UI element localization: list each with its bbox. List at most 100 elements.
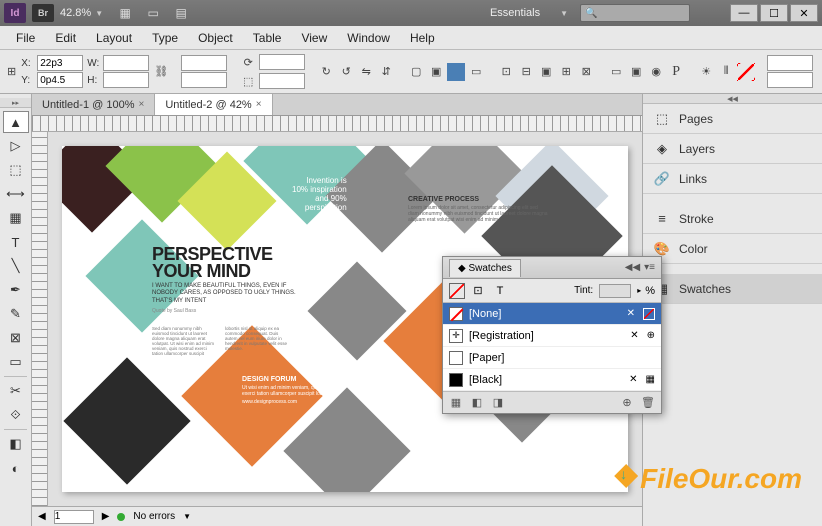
scale-x-input[interactable] [181, 55, 227, 71]
close-icon[interactable]: × [139, 99, 145, 110]
horizontal-ruler[interactable] [32, 116, 642, 132]
fit-frame-icon[interactable]: ⊟ [517, 63, 535, 81]
type-tool[interactable]: T [3, 231, 29, 253]
swatch-row-black[interactable]: [Black] ✕ ▦ [443, 369, 661, 391]
chevron-down-icon[interactable]: ▼ [95, 9, 103, 18]
constrain-proportions-icon[interactable]: ⛓ [153, 63, 169, 81]
panel-swatches[interactable]: ▦Swatches [643, 274, 822, 304]
workspace-switcher[interactable]: Essentials [490, 7, 540, 19]
fill-proportionally-icon[interactable]: ⊠ [577, 63, 595, 81]
free-transform-tool[interactable]: ⟐ [3, 404, 29, 426]
swatches-panel-header[interactable]: ◆ Swatches ◀◀ ▾≡ [443, 257, 661, 279]
selection-tool[interactable]: ▲ [3, 111, 29, 133]
panel-pages[interactable]: ⬚Pages [643, 104, 822, 134]
text-wrap-shape-icon[interactable]: ◉ [647, 63, 665, 81]
reference-point-icon[interactable]: ⊞ [6, 63, 17, 81]
scissors-tool[interactable]: ✂ [3, 380, 29, 402]
fit-content-icon[interactable]: ⊡ [497, 63, 515, 81]
menu-table[interactable]: Table [243, 27, 292, 49]
tint-input[interactable] [599, 284, 631, 298]
chevron-down-icon[interactable]: ▼ [183, 512, 191, 521]
rotate-90-ccw-icon[interactable]: ↺ [337, 63, 355, 81]
swatch-row-none[interactable]: [None] ✕ [443, 303, 661, 325]
zoom-dropdown[interactable]: 42.8% [60, 7, 91, 19]
stroke-none-icon[interactable] [737, 63, 755, 81]
show-color-swatches-icon[interactable]: ◧ [468, 395, 486, 411]
panel-links[interactable]: 🔗Links [643, 164, 822, 194]
menu-file[interactable]: File [6, 27, 45, 49]
rectangle-frame-tool[interactable]: ⊠ [3, 327, 29, 349]
fill-color-icon[interactable] [447, 63, 465, 81]
rectangle-tool[interactable]: ▭ [3, 351, 29, 373]
formatting-text-icon[interactable]: T [491, 282, 509, 300]
view-options-icon[interactable]: ▦ [115, 4, 135, 22]
line-tool[interactable]: ╲ [3, 255, 29, 277]
text-wrap-none-icon[interactable]: ▭ [607, 63, 625, 81]
app-logo-bridge[interactable]: Br [32, 4, 54, 22]
effects-icon[interactable]: ☀ [697, 63, 715, 81]
gap-tool[interactable]: ⟷ [3, 183, 29, 205]
search-input[interactable]: 🔍 [580, 4, 690, 22]
rotate-icon[interactable]: ⟳ [239, 53, 257, 71]
content-collector-tool[interactable]: ▦ [3, 207, 29, 229]
panel-expand-icon[interactable]: ◀◀ [643, 94, 822, 104]
shear-input[interactable] [259, 73, 305, 89]
tab-untitled-2[interactable]: Untitled-2 @ 42%× [155, 94, 272, 115]
menu-help[interactable]: Help [400, 27, 445, 49]
menu-object[interactable]: Object [188, 27, 243, 49]
show-all-swatches-icon[interactable]: ▦ [447, 395, 465, 411]
swatch-row-registration[interactable]: ✛ [Registration] ✕ ⊕ [443, 325, 661, 347]
chevron-down-icon[interactable]: ▼ [560, 9, 568, 18]
stroke-options-icon[interactable]: ▭ [467, 63, 485, 81]
menu-view[interactable]: View [291, 27, 337, 49]
gradient-swatch-tool[interactable]: ◧ [3, 433, 29, 455]
stroke-swap-icon[interactable]: ⊡ [469, 282, 487, 300]
direct-selection-tool[interactable]: ▷ [3, 135, 29, 157]
gradient-feather-tool[interactable]: ◐ [3, 457, 29, 479]
rotate-90-cw-icon[interactable]: ↻ [317, 63, 335, 81]
tab-untitled-1[interactable]: Untitled-1 @ 100%× [32, 94, 155, 115]
show-gradient-swatches-icon[interactable]: ◨ [489, 395, 507, 411]
window-maximize-button[interactable]: ☐ [760, 4, 788, 22]
page-next-icon[interactable]: ▶ [102, 511, 110, 522]
x-position-input[interactable] [37, 55, 83, 71]
page-number-input[interactable] [54, 510, 94, 524]
width-input[interactable] [103, 55, 149, 71]
close-icon[interactable]: × [256, 99, 262, 110]
select-container-icon[interactable]: ▢ [407, 63, 425, 81]
y-position-input[interactable] [37, 72, 83, 88]
screen-mode-icon[interactable]: ▭ [143, 4, 163, 22]
flip-horizontal-icon[interactable]: ⇋ [357, 63, 375, 81]
window-close-button[interactable]: ✕ [790, 4, 818, 22]
opacity-input[interactable] [767, 55, 813, 71]
pen-tool[interactable]: ✒ [3, 279, 29, 301]
shear-icon[interactable]: ⬚ [239, 72, 257, 90]
page-prev-icon[interactable]: ◀ [38, 511, 46, 522]
menu-edit[interactable]: Edit [45, 27, 86, 49]
panel-color[interactable]: 🎨Color [643, 234, 822, 264]
stroke-weight-input[interactable] [767, 72, 813, 88]
menu-window[interactable]: Window [337, 27, 400, 49]
panel-stroke[interactable]: ≡Stroke [643, 204, 822, 234]
new-swatch-icon[interactable]: ⊕ [618, 395, 636, 411]
panel-layers[interactable]: ◈Layers [643, 134, 822, 164]
swatch-row-paper[interactable]: [Paper] [443, 347, 661, 369]
height-input[interactable] [103, 72, 149, 88]
tint-arrow-icon[interactable]: ▸ [637, 286, 641, 295]
arrange-documents-icon[interactable]: ▤ [171, 4, 191, 22]
scale-y-input[interactable] [181, 72, 227, 88]
menu-type[interactable]: Type [142, 27, 188, 49]
center-content-icon[interactable]: ▣ [537, 63, 555, 81]
rotate-input[interactable] [259, 54, 305, 70]
align-icon[interactable]: ⫴ [717, 63, 735, 81]
panel-collapse-icon[interactable]: ◀◀ [625, 262, 640, 273]
panel-menu-icon[interactable]: ▾≡ [644, 262, 655, 273]
pencil-tool[interactable]: ✎ [3, 303, 29, 325]
page-tool[interactable]: ⬚ [3, 159, 29, 181]
window-minimize-button[interactable]: — [730, 4, 758, 22]
delete-swatch-icon[interactable]: 🗑 [639, 395, 657, 411]
fit-proportionally-icon[interactable]: ⊞ [557, 63, 575, 81]
text-wrap-bounding-icon[interactable]: ▣ [627, 63, 645, 81]
vertical-ruler[interactable] [32, 132, 48, 506]
paragraph-style-icon[interactable]: P [667, 63, 685, 81]
